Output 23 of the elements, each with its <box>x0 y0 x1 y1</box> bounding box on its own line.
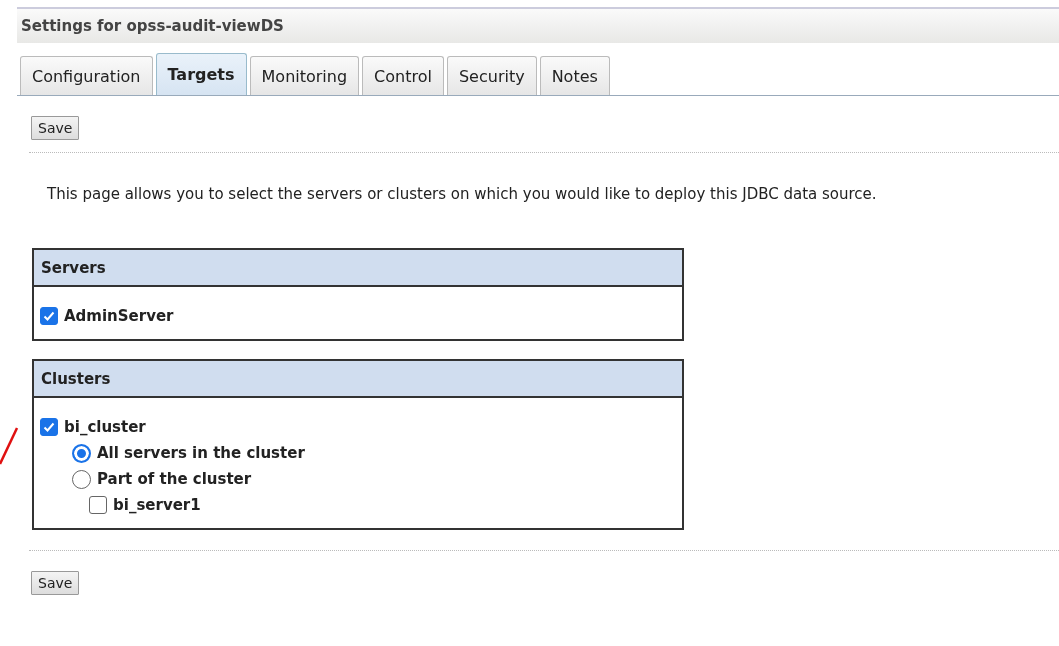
checkbox-label: AdminServer <box>64 307 174 325</box>
tab[interactable]: Security <box>446 56 537 95</box>
annotation-line <box>0 426 20 466</box>
checkbox[interactable] <box>89 496 107 514</box>
tab[interactable]: Control <box>362 56 444 95</box>
description-text: This page allows you to select the servers or clusters on which you would like to deploy this JDBC data source. <box>47 185 878 203</box>
tab[interactable]: Notes <box>539 56 610 95</box>
tab[interactable]: Configuration <box>20 56 153 95</box>
save-button[interactable]: Save <box>31 116 80 140</box>
tab[interactable]: Monitoring <box>249 56 360 95</box>
panel-title: Clusters <box>41 369 111 388</box>
save-button[interactable]: Save <box>31 571 80 595</box>
checkbox-label: bi_server1 <box>113 496 201 514</box>
tab[interactable]: Targets <box>155 53 247 95</box>
radio-label: Part of the cluster <box>97 470 252 488</box>
checkbox[interactable] <box>40 307 58 325</box>
radio-button[interactable] <box>72 443 91 463</box>
checkbox-label: bi_cluster <box>64 418 146 436</box>
page-title: Settings for opss-audit-viewDS <box>21 17 284 35</box>
radio-button[interactable] <box>72 469 91 489</box>
panel-title: Servers <box>41 258 106 277</box>
checkbox[interactable] <box>40 418 58 436</box>
radio-label: All servers in the cluster <box>97 444 305 462</box>
